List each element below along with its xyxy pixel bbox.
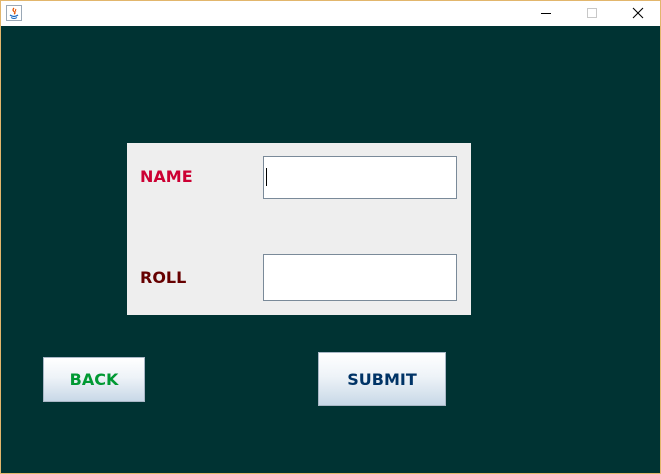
content-pane: NAME ROLL BACK SUBMIT — [1, 26, 660, 473]
minimize-button[interactable] — [523, 1, 569, 26]
roll-input[interactable] — [263, 254, 457, 301]
form-panel: NAME ROLL — [127, 143, 471, 315]
back-button[interactable]: BACK — [43, 357, 145, 402]
close-icon — [632, 4, 644, 23]
minimize-icon — [540, 4, 552, 23]
maximize-button[interactable] — [569, 1, 615, 26]
text-caret — [266, 168, 267, 186]
submit-button-label: SUBMIT — [347, 369, 417, 389]
back-button-label: BACK — [69, 370, 119, 389]
java-icon — [6, 5, 22, 21]
name-label: NAME — [140, 167, 193, 186]
submit-button[interactable]: SUBMIT — [318, 352, 446, 406]
name-input[interactable] — [263, 156, 457, 199]
maximize-icon — [586, 4, 598, 23]
title-bar[interactable] — [1, 1, 660, 26]
roll-label: ROLL — [140, 268, 187, 287]
app-window: NAME ROLL BACK SUBMIT — [0, 0, 661, 474]
close-button[interactable] — [615, 1, 660, 26]
